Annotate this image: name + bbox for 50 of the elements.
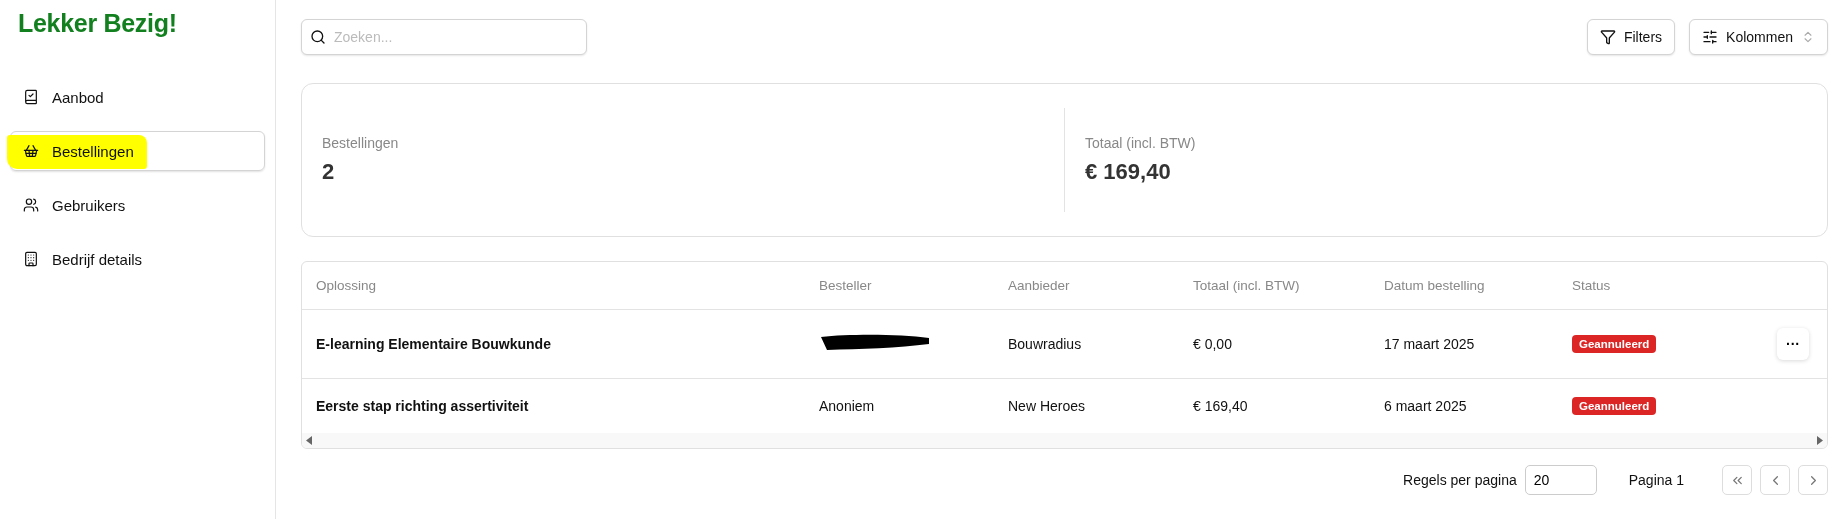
column-header: Totaal (incl. BTW) <box>1193 278 1301 293</box>
table-cell-text: Bouwradius <box>1008 336 1083 352</box>
scroll-right-icon[interactable] <box>1816 436 1823 445</box>
sidebar-item[interactable]: Bedrijf details <box>10 239 265 279</box>
search-field[interactable]: Zoeken... <box>301 19 587 55</box>
columns-button[interactable]: Kolommen <box>1689 19 1828 55</box>
filters-button[interactable]: Filters <box>1586 19 1676 55</box>
table-cell-text: € 169,40 <box>1193 398 1249 414</box>
building-icon <box>23 251 39 267</box>
scroll-left-icon[interactable] <box>306 436 313 445</box>
page-label: Pagina 1 <box>1628 472 1684 488</box>
search-icon <box>310 29 326 45</box>
column-header: Status <box>1572 278 1612 293</box>
column-header: Besteller <box>819 278 873 293</box>
sliders-icon <box>1702 29 1719 45</box>
basket-icon <box>23 143 39 159</box>
column-header: Aanbieder <box>1008 278 1071 293</box>
first-page-button[interactable] <box>1722 465 1752 495</box>
logo: Lekker Bezig! <box>17 8 178 39</box>
next-page-button[interactable] <box>1798 465 1828 495</box>
sidebar-label: Gebruikers <box>52 196 126 214</box>
sidebar-item[interactable]: Gebruikers <box>10 185 265 225</box>
horizontal-scrollbar[interactable] <box>302 433 1827 448</box>
table-cell-text: Eerste stap richting assertiviteit <box>316 398 530 414</box>
status-badge: Geannuleerd <box>1572 335 1657 353</box>
stat-value: € 169,40 <box>1085 159 1172 185</box>
sidebar-label: Bedrijf details <box>52 250 143 268</box>
table-cell-text: New Heroes <box>1008 398 1087 414</box>
status-badge: Geannuleerd <box>1572 397 1657 415</box>
rows-per-page-label: Regels per pagina <box>1403 472 1517 488</box>
stat-label: Totaal (incl. BTW) <box>1085 135 1197 151</box>
sidebar-item[interactable]: Aanbod <box>10 77 265 117</box>
sidebar-label: Aanbod <box>52 88 104 106</box>
book-check-icon <box>23 89 39 105</box>
filter-icon <box>1599 29 1616 45</box>
previous-page-button[interactable] <box>1760 465 1790 495</box>
rows-per-page-field[interactable]: 20 <box>1524 465 1597 495</box>
table-cell-text: E-learning Elementaire Bouwkunde <box>316 336 552 352</box>
table-cell-text: Anoniem <box>819 398 876 414</box>
stat-label: Bestellingen <box>322 135 400 151</box>
table-cell-text: 17 maart 2025 <box>1384 336 1476 352</box>
column-header: Datum bestelling <box>1384 278 1486 293</box>
sidebar-item[interactable]: Bestellingen <box>10 131 265 171</box>
column-header: Oplossing <box>316 278 378 293</box>
users-icon <box>23 197 39 213</box>
more-button[interactable]: ··· <box>1777 328 1809 360</box>
table-cell-text: € 0,00 <box>1193 336 1233 352</box>
table-cell-text: 6 maart 2025 <box>1384 398 1468 414</box>
sidebar-label: Bestellingen <box>52 142 134 160</box>
stat-value: 2 <box>322 159 336 185</box>
